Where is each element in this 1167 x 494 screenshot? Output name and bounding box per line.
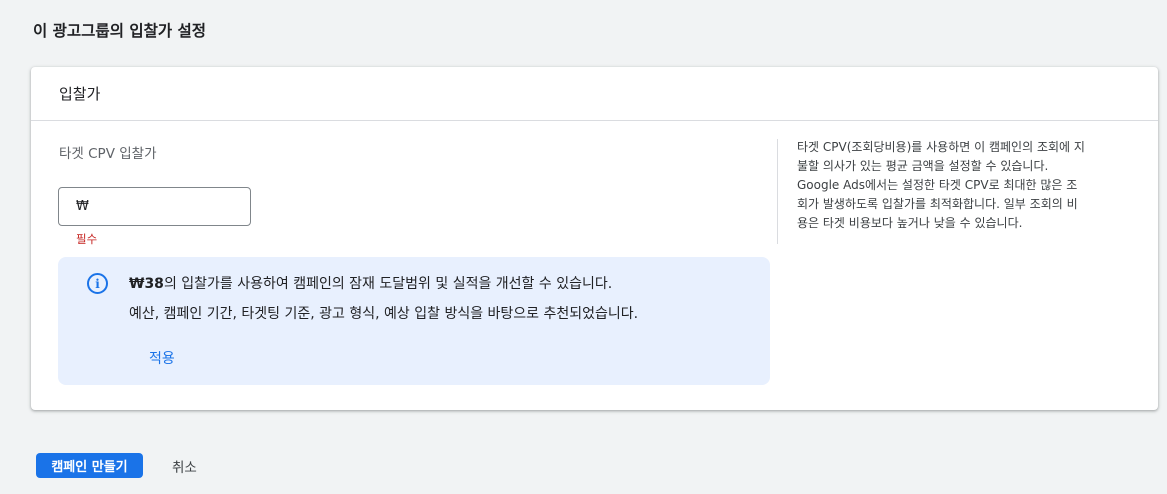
card-header: 입찰가 — [31, 67, 1158, 121]
info-icon: i — [87, 273, 108, 294]
target-cpv-label: 타겟 CPV 입찰가 — [59, 146, 157, 162]
bid-settings-page: 이 광고그룹의 입찰가 설정 입찰가 타겟 CPV 입찰가 ₩ 필수 i ₩38… — [0, 0, 1167, 494]
section-title: 이 광고그룹의 입찰가 설정 — [33, 22, 207, 40]
recommendation-line1: ₩38의 입찰가를 사용하여 캠페인의 잠재 도달범위 및 실적을 개선할 수 … — [129, 273, 612, 293]
target-cpv-input[interactable] — [94, 199, 235, 214]
apply-button[interactable]: 적용 — [149, 348, 175, 368]
help-text: 타겟 CPV(조회당비용)를 사용하면 이 캠페인의 조회에 지불할 의사가 있… — [797, 140, 1085, 230]
bid-recommendation-box: i ₩38의 입찰가를 사용하여 캠페인의 잠재 도달범위 및 실적을 개선할 … — [58, 257, 770, 385]
bid-card: 입찰가 타겟 CPV 입찰가 ₩ 필수 i ₩38의 입찰가를 사용하여 캠페인… — [31, 67, 1158, 410]
vertical-divider — [777, 139, 778, 244]
target-cpv-input-box[interactable]: ₩ — [58, 187, 251, 226]
recommended-amount: ₩38 — [129, 276, 164, 292]
cancel-button[interactable]: 취소 — [165, 453, 204, 478]
recommendation-basis: 예산, 캠페인 기간, 타겟팅 기준, 광고 형식, 예상 입찰 방식을 바탕으… — [129, 306, 639, 322]
recommendation-text: 의 입찰가를 사용하여 캠페인의 잠재 도달범위 및 실적을 개선할 수 있습니… — [163, 276, 613, 292]
create-campaign-button[interactable]: 캠페인 만들기 — [36, 453, 143, 478]
card-header-title: 입찰가 — [59, 85, 101, 103]
currency-prefix: ₩ — [76, 199, 89, 214]
required-text: 필수 — [76, 232, 98, 246]
